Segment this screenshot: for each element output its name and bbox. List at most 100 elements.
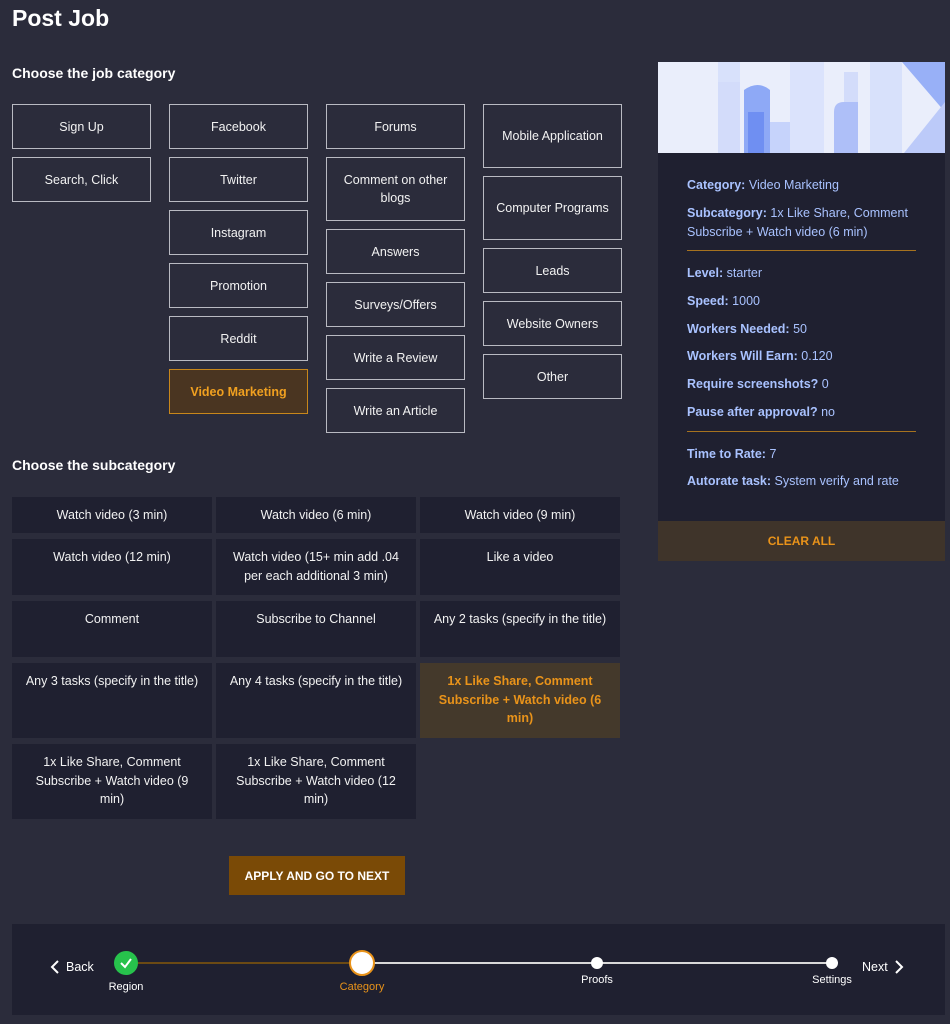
summary-time-to-rate-label: Time to Rate: [687,446,766,461]
summary-speed-value: 1000 [732,294,760,309]
check-icon [120,958,132,969]
subcategory-like-share-comment-subscribe-6[interactable]: 1x Like Share, Comment Subscribe + Watch… [420,663,620,738]
category-column-2: Facebook Twitter Instagram Promotion Red… [169,104,308,422]
summary-workers-earn-label: Workers Will Earn: [687,349,798,364]
summary-autorate-value: System verify and rate [774,474,899,489]
summary-level-value: starter [726,266,763,281]
job-summary-panel: Category: Video Marketing Subcategory: 1… [658,62,945,561]
category-facebook[interactable]: Facebook [169,104,308,149]
summary-body: Category: Video Marketing Subcategory: 1… [658,153,945,491]
subcategory-row: 1x Like Share, Comment Subscribe + Watch… [12,744,622,819]
subcategory-comment[interactable]: Comment [12,601,212,657]
subcategory-any-4-tasks[interactable]: Any 4 tasks (specify in the title) [216,663,416,738]
summary-speed: Speed: 1000 [687,292,916,311]
subcategory-like-a-video[interactable]: Like a video [420,539,620,595]
category-leads[interactable]: Leads [483,248,622,293]
step-category-dot[interactable] [349,950,375,976]
subcategory-any-2-tasks[interactable]: Any 2 tasks (specify in the title) [420,601,620,657]
step-progress-bar: Back Region Category Proofs Settings Nex… [12,924,945,1015]
summary-pause-after-approval: Pause after approval? no [687,403,916,422]
summary-category-value: Video Marketing [748,178,839,192]
category-surveys-offers[interactable]: Surveys/Offers [326,282,465,327]
category-write-an-article[interactable]: Write an Article [326,388,465,433]
subcategory-section-title: Choose the subcategory [12,457,176,473]
step-settings-dot[interactable] [826,957,838,969]
clear-all-button[interactable]: CLEAR ALL [658,521,945,561]
subcategory-grid: Watch video (3 min) Watch video (6 min) … [12,497,622,825]
summary-autorate: Autorate task: System verify and rate [687,472,916,491]
subcategory-watch-video-15-plus[interactable]: Watch video (15+ min add .04 per each ad… [216,539,416,595]
summary-workers-earn: Workers Will Earn: 0.120 [687,347,916,366]
category-column-3: Forums Comment on other blogs Answers Su… [326,104,465,441]
category-reddit[interactable]: Reddit [169,316,308,361]
subcategory-like-share-comment-subscribe-12[interactable]: 1x Like Share, Comment Subscribe + Watch… [216,744,416,819]
summary-level-label: Level: [687,266,724,281]
category-forums[interactable]: Forums [326,104,465,149]
subcategory-watch-video-3[interactable]: Watch video (3 min) [12,497,212,533]
category-comment-on-other-blogs[interactable]: Comment on other blogs [326,157,465,221]
summary-subcategory: Subcategory: 1x Like Share, Comment Subs… [687,204,916,242]
summary-divider [687,250,916,252]
summary-time-to-rate-value: 7 [769,446,777,461]
summary-autorate-label: Autorate task: [687,474,772,489]
chevron-right-icon [894,960,904,974]
category-column-4: Mobile Application Computer Programs Lea… [483,104,622,407]
category-other[interactable]: Other [483,354,622,399]
step-proofs-label: Proofs [581,974,613,986]
category-website-owners[interactable]: Website Owners [483,301,622,346]
category-section-title: Choose the job category [12,65,176,81]
next-button[interactable]: Next [862,960,904,974]
summary-screenshots-label: Require screenshots? [687,377,819,392]
banner-illustration [658,62,945,153]
summary-subcategory-label: Subcategory: [687,205,767,220]
subcategory-row: Watch video (3 min) Watch video (6 min) … [12,497,622,533]
summary-pause-value: no [821,404,835,419]
category-search-click[interactable]: Search, Click [12,157,151,202]
category-write-a-review[interactable]: Write a Review [326,335,465,380]
step-connector-completed [126,962,362,964]
summary-workers-needed: Workers Needed: 50 [687,320,916,339]
summary-screenshots-value: 0 [821,377,829,392]
category-mobile-application[interactable]: Mobile Application [483,104,622,168]
summary-workers-earn-value: 0.120 [801,349,833,364]
next-label: Next [862,960,888,974]
subcategory-like-share-comment-subscribe-9[interactable]: 1x Like Share, Comment Subscribe + Watch… [12,744,212,819]
category-column-1: Sign Up Search, Click [12,104,151,210]
summary-workers-needed-value: 50 [793,321,807,336]
summary-require-screenshots: Require screenshots? 0 [687,375,916,394]
summary-time-to-rate: Time to Rate: 7 [687,445,916,464]
step-settings-label: Settings [812,974,852,986]
subcategory-row: Any 3 tasks (specify in the title) Any 4… [12,663,622,738]
summary-level: Level: starter [687,264,916,283]
category-promotion[interactable]: Promotion [169,263,308,308]
step-region-label: Region [108,981,144,993]
back-label: Back [66,960,94,974]
summary-speed-label: Speed: [687,294,729,309]
category-twitter[interactable]: Twitter [169,157,308,202]
category-video-marketing[interactable]: Video Marketing [169,369,308,414]
page-title: Post Job [12,5,110,31]
step-proofs-dot[interactable] [591,957,603,969]
step-category-label: Category [339,981,385,993]
summary-pause-label: Pause after approval? [687,404,818,419]
back-button[interactable]: Back [50,960,94,974]
subcategory-watch-video-9[interactable]: Watch video (9 min) [420,497,620,533]
apply-and-go-to-next-button[interactable]: APPLY AND GO TO NEXT [229,856,405,895]
summary-category: Category: Video Marketing [687,176,916,195]
subcategory-watch-video-12[interactable]: Watch video (12 min) [12,539,212,595]
chevron-left-icon [50,960,59,974]
summary-category-label: Category: [687,178,746,192]
subcategory-any-3-tasks[interactable]: Any 3 tasks (specify in the title) [12,663,212,738]
summary-workers-needed-label: Workers Needed: [687,321,790,336]
category-computer-programs[interactable]: Computer Programs [483,176,622,240]
category-instagram[interactable]: Instagram [169,210,308,255]
subcategory-row: Watch video (12 min) Watch video (15+ mi… [12,539,622,595]
step-region-dot[interactable] [114,951,138,975]
summary-banner-image [658,62,945,153]
subcategory-watch-video-6[interactable]: Watch video (6 min) [216,497,416,533]
subcategory-subscribe-to-channel[interactable]: Subscribe to Channel [216,601,416,657]
subcategory-row: Comment Subscribe to Channel Any 2 tasks… [12,601,622,657]
category-answers[interactable]: Answers [326,229,465,274]
summary-divider [687,430,916,432]
category-sign-up[interactable]: Sign Up [12,104,151,149]
